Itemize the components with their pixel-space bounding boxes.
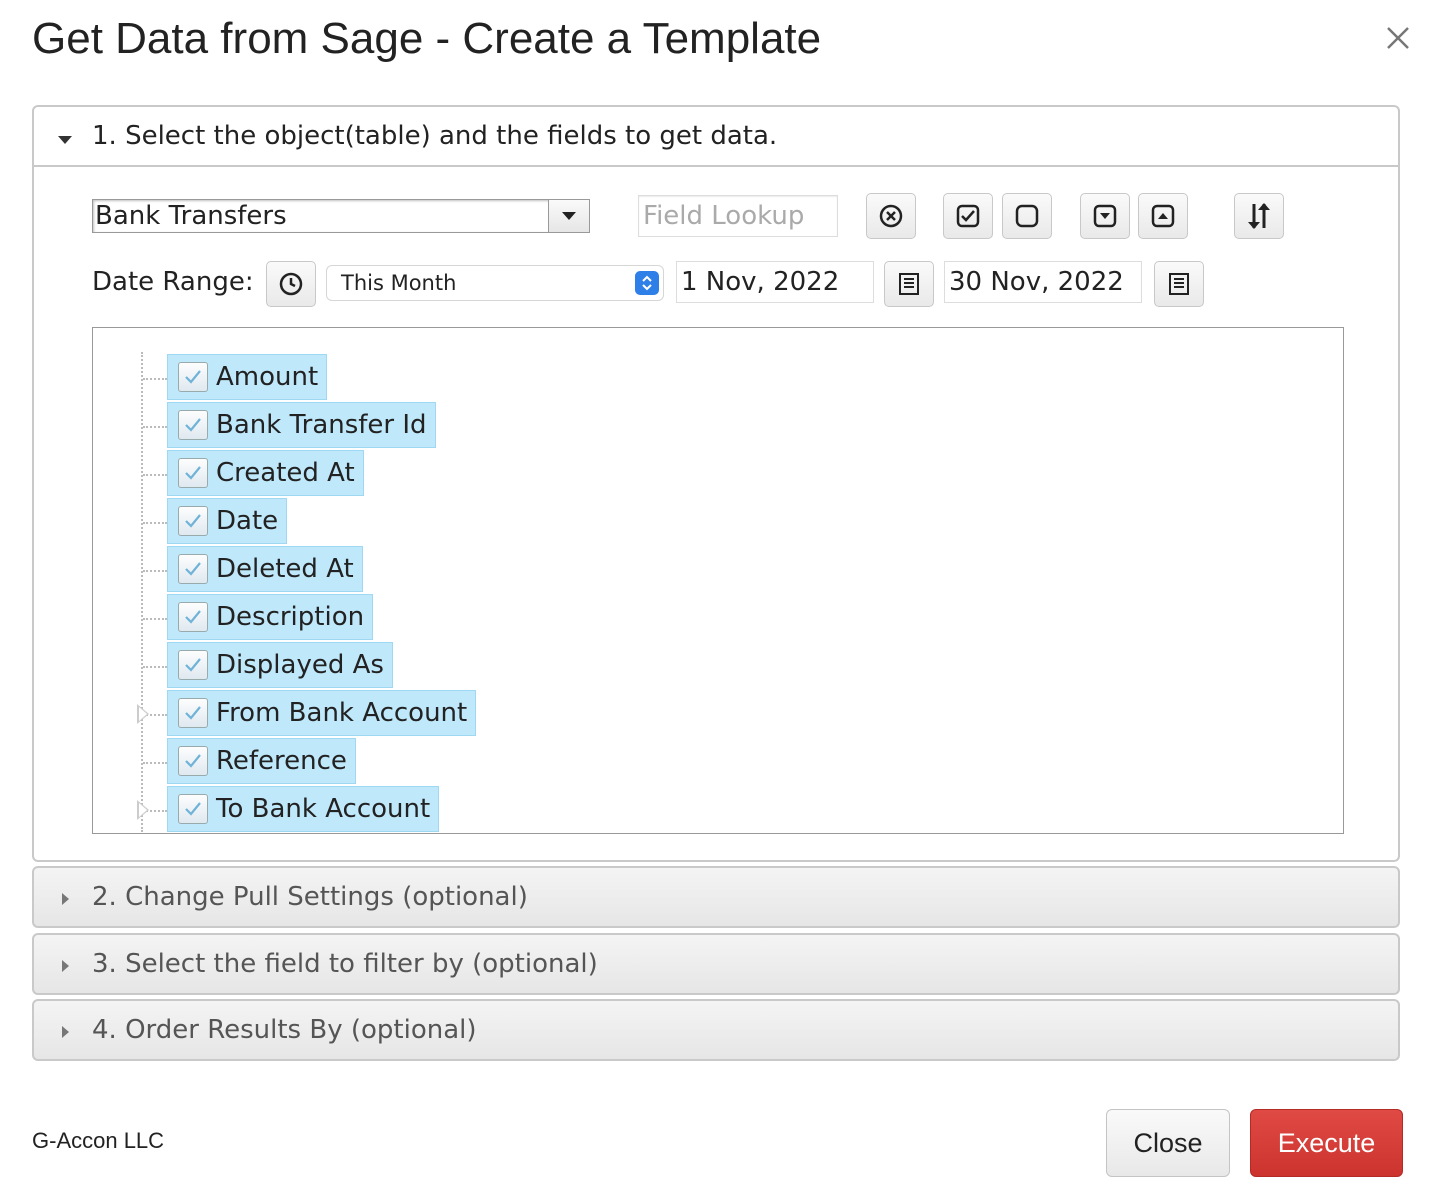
field-item[interactable]: From Bank Account [167,690,477,736]
checkbox-icon[interactable] [178,698,208,728]
select-stepper-icon [635,271,659,295]
checkbox-icon[interactable] [178,746,208,776]
dialog-title: Get Data from Sage - Create a Template [32,14,822,63]
tree-connector [141,352,143,832]
section-order[interactable]: 4. Order Results By (optional) [32,999,1400,1061]
section-1-label: 1. Select the object(table) and the fiel… [92,121,778,151]
clock-icon [279,272,303,296]
section-1-header[interactable]: 1. Select the object(table) and the fiel… [34,107,1398,165]
expand-all-icon [1093,204,1117,228]
field-item[interactable]: Deleted At [167,546,363,592]
checkbox-icon[interactable] [178,362,208,392]
checkbox-icon[interactable] [178,506,208,536]
checkbox-icon[interactable] [178,794,208,824]
tree-connector [143,474,167,476]
date-range-label: Date Range: [92,267,254,297]
date-from-input[interactable] [676,261,874,303]
tree-connector [143,426,167,428]
sort-button[interactable] [1234,193,1284,239]
date-to-input[interactable] [944,261,1142,303]
section-4-header[interactable]: 4. Order Results By (optional) [34,1001,1398,1059]
field-label: Displayed As [216,650,384,680]
section-select-object: 1. Select the object(table) and the fiel… [32,105,1400,862]
checkbox-icon[interactable] [178,650,208,680]
section-2-label: 2. Change Pull Settings (optional) [92,882,528,912]
sort-icon [1248,203,1270,229]
tree-connector [143,762,167,764]
field-label: To Bank Account [216,794,431,824]
checkbox-icon[interactable] [178,554,208,584]
expand-arrow-icon [62,1026,69,1038]
field-label: Description [216,602,365,632]
field-label: Date [216,506,279,536]
field-item[interactable]: To Bank Account [167,786,440,832]
tree-connector [143,570,167,572]
close-button[interactable]: Close [1106,1109,1230,1177]
tree-connector [143,618,167,620]
tree-connector [143,666,167,668]
tree-connector [143,378,167,380]
checkbox-icon[interactable] [178,410,208,440]
collapse-all-button[interactable] [1138,193,1188,239]
field-label: Created At [216,458,355,488]
date-range-clock-button[interactable] [266,261,316,307]
checkbox-icon[interactable] [178,602,208,632]
close-icon[interactable] [1380,20,1416,56]
field-label: Reference [216,746,347,776]
calendar-icon [1169,273,1189,295]
field-label: From Bank Account [216,698,468,728]
section-3-label: 3. Select the field to filter by (option… [92,949,598,979]
section-filter[interactable]: 3. Select the field to filter by (option… [32,933,1400,995]
clear-button[interactable] [866,193,916,239]
collapse-all-icon [1151,204,1175,228]
expand-arrow-icon [62,893,69,905]
execute-button[interactable]: Execute [1250,1109,1403,1177]
clear-icon [879,204,903,228]
uncheck-all-button[interactable] [1002,193,1052,239]
field-label: Deleted At [216,554,354,584]
section-3-header[interactable]: 3. Select the field to filter by (option… [34,935,1398,993]
tree-expand-icon[interactable] [137,704,149,724]
field-item[interactable]: Created At [167,450,364,496]
tree-expand-icon[interactable] [137,800,149,820]
object-select[interactable]: Bank Transfers [92,199,590,233]
field-label: Bank Transfer Id [216,410,427,440]
section-1-body: Bank Transfers Field Lookup Date Range: … [34,165,1398,859]
date-range-preset-select[interactable]: This Month [326,265,664,301]
check-all-button[interactable] [943,193,993,239]
field-label: Amount [216,362,319,392]
field-item[interactable]: Amount [167,354,328,400]
calendar-icon [899,273,919,295]
date-from-calendar-button[interactable] [884,261,934,307]
field-item[interactable]: Bank Transfer Id [167,402,436,448]
section-pull-settings[interactable]: 2. Change Pull Settings (optional) [32,866,1400,928]
expand-arrow-icon [62,960,69,972]
field-item[interactable]: Description [167,594,374,640]
object-select-value: Bank Transfers [95,201,287,231]
footer-brand: G-Accon LLC [32,1128,165,1153]
section-2-header[interactable]: 2. Change Pull Settings (optional) [34,868,1398,926]
date-to-calendar-button[interactable] [1154,261,1204,307]
field-item[interactable]: Date [167,498,288,544]
field-lookup-input[interactable] [638,195,838,237]
field-tree[interactable]: Amount Bank Transfer Id Created At Date Dele… [92,327,1344,834]
check-all-icon [956,204,980,228]
date-range-preset-value: This Month [341,271,457,295]
dropdown-arrow-icon[interactable] [548,200,589,232]
tree-connector [143,522,167,524]
field-item[interactable]: Displayed As [167,642,393,688]
field-item[interactable]: Reference [167,738,356,784]
uncheck-all-icon [1015,204,1039,228]
checkbox-icon[interactable] [178,458,208,488]
section-4-label: 4. Order Results By (optional) [92,1015,477,1045]
collapse-arrow-icon [58,136,72,144]
expand-all-button[interactable] [1080,193,1130,239]
